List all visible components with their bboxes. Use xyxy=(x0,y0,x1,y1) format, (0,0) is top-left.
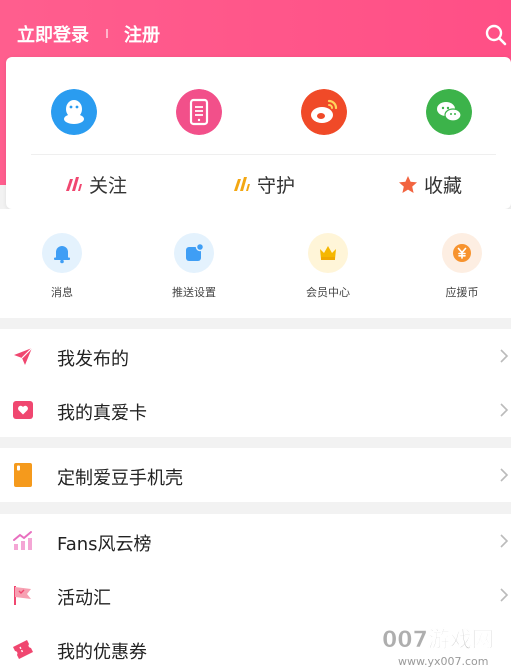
push-icon xyxy=(174,233,214,273)
chevron-right-icon xyxy=(500,403,509,417)
menu-item-phone-case-label: 定制爱豆手机壳 xyxy=(57,468,183,489)
bell-icon xyxy=(42,233,82,273)
ticket-icon xyxy=(13,640,33,659)
menu-item-published[interactable]: 我发布的 xyxy=(0,329,511,383)
menu-item-events[interactable]: 活动汇 xyxy=(0,568,511,622)
menu-item-published-label: 我发布的 xyxy=(57,349,129,370)
quick-messages[interactable]: 消息 xyxy=(17,233,107,300)
stat-follow[interactable]: 关注 xyxy=(63,169,127,199)
menu-group-personal: 我发布的 我的真爱卡 xyxy=(0,329,511,437)
menu-item-fans-rank[interactable]: Fans风云榜 xyxy=(0,514,511,568)
svg-text:007游戏网: 007游戏网 xyxy=(382,627,494,653)
menu-group-shop: 定制爱豆手机壳 xyxy=(0,448,511,502)
watermark-logo: 007游戏网 www.yx007.com xyxy=(382,627,495,668)
flag-icon xyxy=(14,586,31,605)
quick-membership-label: 会员中心 xyxy=(306,286,350,299)
follow-icon xyxy=(66,177,82,191)
quick-actions: 消息 推送设置 会员中心 应援币 xyxy=(0,209,511,318)
card-divider xyxy=(31,154,496,155)
chevron-right-icon xyxy=(500,534,509,548)
quick-support-coins-label: 应援币 xyxy=(445,286,479,299)
love-card-icon xyxy=(13,401,33,419)
quick-push-settings-label: 推送设置 xyxy=(172,286,216,299)
guard-icon xyxy=(234,177,250,191)
stat-follow-label: 关注 xyxy=(89,174,128,197)
quick-messages-label: 消息 xyxy=(51,286,73,299)
chevron-right-icon xyxy=(500,468,509,482)
coin-icon xyxy=(442,233,482,273)
menu-item-love-card[interactable]: 我的真爱卡 xyxy=(0,383,511,437)
menu-item-fans-rank-label: Fans风云榜 xyxy=(57,534,152,555)
menu-item-love-card-label: 我的真爱卡 xyxy=(57,403,147,424)
chevron-right-icon xyxy=(500,349,509,363)
weibo-icon[interactable] xyxy=(301,89,347,135)
login-button[interactable]: 立即登录 xyxy=(17,21,89,47)
stat-favorites[interactable]: 收藏 xyxy=(398,169,462,199)
top-bar: 立即登录 注册 xyxy=(0,0,511,60)
register-button[interactable]: 注册 xyxy=(124,21,160,47)
qq-icon[interactable] xyxy=(51,89,97,135)
paper-plane-icon xyxy=(14,347,33,365)
menu-item-events-label: 活动汇 xyxy=(57,588,111,609)
stat-guard[interactable]: 守护 xyxy=(231,169,295,199)
quick-push-settings[interactable]: 推送设置 xyxy=(149,233,239,300)
header-divider xyxy=(106,29,108,38)
stat-favorites-label: 收藏 xyxy=(424,174,463,197)
search-icon[interactable] xyxy=(485,24,507,46)
chevron-right-icon xyxy=(500,588,509,602)
quick-support-coins[interactable]: 应援币 xyxy=(417,233,507,300)
menu-item-coupons-label: 我的优惠券 xyxy=(57,642,147,663)
rank-chart-icon xyxy=(13,531,32,550)
crown-icon xyxy=(308,233,348,273)
menu-item-phone-case[interactable]: 定制爱豆手机壳 xyxy=(0,448,511,502)
phone-case-icon xyxy=(14,463,32,487)
stat-guard-label: 守护 xyxy=(257,174,296,197)
star-icon xyxy=(399,175,417,193)
wechat-icon[interactable] xyxy=(426,89,472,135)
phone-icon[interactable] xyxy=(176,89,222,135)
svg-text:www.yx007.com: www.yx007.com xyxy=(398,655,488,668)
login-card: 关注 守护 收藏 xyxy=(6,57,511,209)
quick-membership[interactable]: 会员中心 xyxy=(283,233,373,300)
